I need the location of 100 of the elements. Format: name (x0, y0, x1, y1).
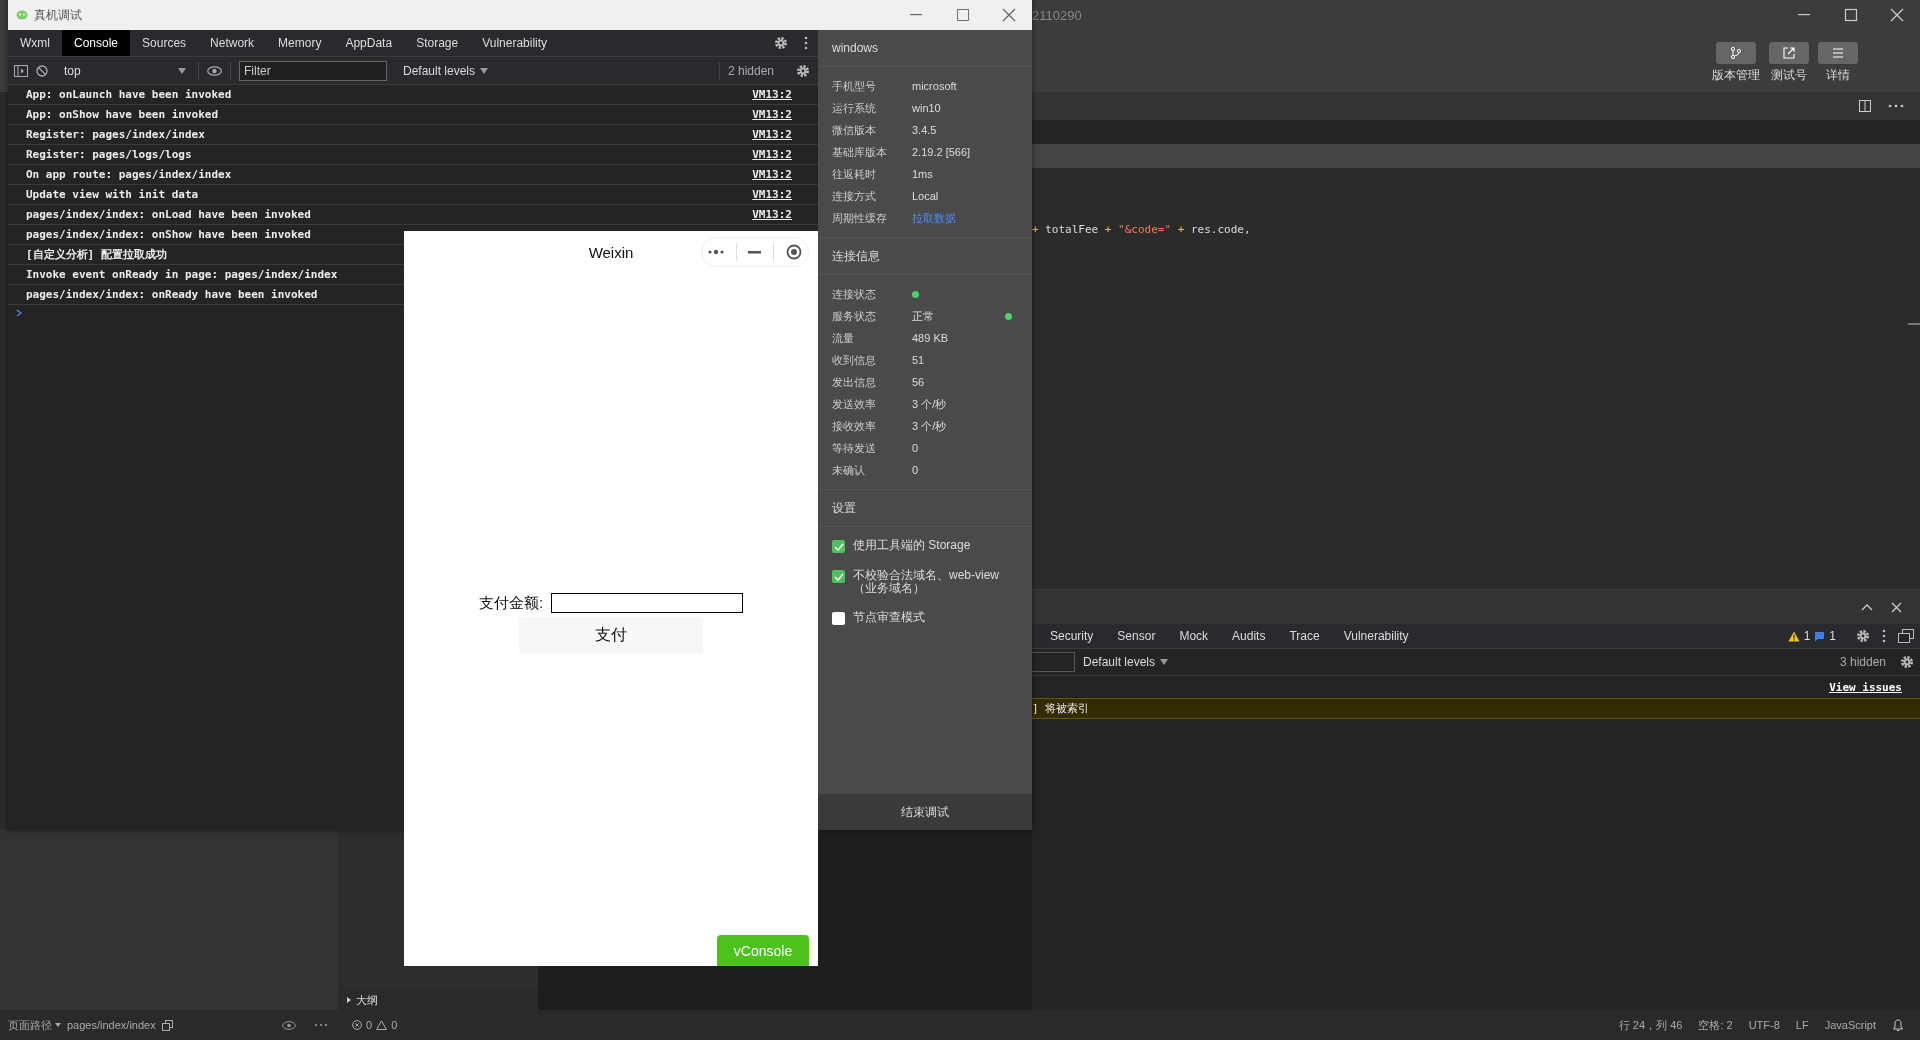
devtools-tab[interactable]: Sensor (1105, 624, 1168, 648)
cursor-position[interactable]: 行 24，列 46 (1618, 1017, 1683, 1033)
outline-title[interactable]: 大纲 (356, 992, 378, 1008)
devtools-tab[interactable]: Vulnerability (1331, 624, 1421, 648)
toolbar-label: 详情 (1826, 67, 1850, 84)
code-line: + totalFee + "&code=" + res.code, (1032, 223, 1252, 236)
warning-icon[interactable] (1787, 630, 1800, 642)
source-link[interactable]: VM13:2 (752, 128, 792, 141)
checkbox[interactable] (832, 540, 845, 553)
caret-icon (178, 67, 186, 74)
branch-button[interactable] (1716, 42, 1756, 64)
devtools-tab[interactable]: Vulnerability (470, 30, 560, 56)
source-link[interactable]: VM13:2 (752, 168, 792, 181)
scrollbar-thumb[interactable] (1908, 323, 1920, 325)
caret-icon (1160, 659, 1169, 665)
section-title: 连接信息 (832, 247, 880, 265)
devtools-tab[interactable]: AppData (333, 30, 405, 56)
indent-setting[interactable]: 空格: 2 (1698, 1017, 1733, 1033)
window-title: 真机调试 (34, 6, 83, 24)
external-link-button[interactable] (1769, 42, 1809, 64)
console-message: pages/index/index: onShow have been invoked (26, 228, 311, 241)
language-mode[interactable]: JavaScript (1824, 1019, 1876, 1031)
eye-icon[interactable] (207, 65, 222, 76)
info-value: microsoft (912, 80, 958, 92)
checkmark-icon (833, 572, 844, 581)
maximize-icon (1844, 8, 1858, 22)
context-dropdown[interactable]: top (56, 60, 190, 81)
collapse-icon[interactable] (1861, 603, 1873, 611)
setting-label: 不校验合法域名、web-view（业务域名） (853, 569, 1000, 595)
toolbar-label: 版本管理 (1712, 67, 1760, 84)
toolbar-label: 测试号 (1771, 67, 1807, 84)
setting-label: 使用工具端的 Storage (853, 539, 971, 552)
info-value: 2.19.2 [566] (912, 146, 972, 158)
devtools-tab[interactable]: Sources (130, 30, 199, 56)
split-editor-icon[interactable] (1858, 99, 1872, 113)
line-ending[interactable]: LF (1795, 1019, 1809, 1031)
filter-field[interactable] (1032, 652, 1075, 672)
pay-button[interactable]: 支付 (519, 617, 703, 654)
info-value: 0 (912, 442, 920, 454)
gear-icon (774, 36, 788, 50)
sidebar-toggle-icon[interactable] (14, 64, 28, 77)
warning-icon[interactable] (376, 1020, 388, 1030)
console-message: On app route: pages/index/index (26, 168, 232, 181)
kebab-icon (804, 36, 808, 50)
info-value: Local (912, 190, 940, 202)
source-link[interactable]: VM13:2 (752, 148, 792, 161)
amount-field[interactable] (551, 593, 744, 613)
close-icon (1002, 8, 1016, 22)
eye-icon[interactable] (282, 1020, 296, 1030)
window-title: 2110290 (1032, 7, 1083, 23)
info-value: 3.4.5 (912, 124, 938, 136)
setting-label: 节点审查模式 (853, 611, 925, 624)
end-debug-button[interactable]: 结束调试 (818, 794, 1032, 830)
close-icon[interactable] (1891, 601, 1902, 613)
devtools-tab[interactable]: Storage (404, 30, 471, 56)
checkbox[interactable] (832, 570, 845, 583)
source-link[interactable]: VM13:2 (752, 208, 792, 221)
devtools-tab[interactable]: Console (62, 30, 131, 56)
devtools-tab[interactable]: Trace (1277, 624, 1332, 648)
devtools-tab[interactable]: Audits (1220, 624, 1278, 648)
levels-dropdown[interactable]: Default levels (1075, 654, 1175, 670)
devtools-tab[interactable]: Mock (1167, 624, 1221, 648)
minimize-icon[interactable] (748, 250, 762, 254)
more-icon[interactable] (314, 1023, 328, 1027)
prompt-icon[interactable] (16, 309, 22, 317)
section-title: 设置 (832, 499, 856, 517)
error-icon[interactable] (352, 1020, 362, 1030)
minimize-icon (1798, 14, 1812, 16)
kebab-icon (1882, 629, 1886, 643)
bell-icon[interactable] (1892, 1018, 1904, 1032)
page-path-dropdown[interactable]: 页面路径 (8, 1017, 61, 1033)
info-value: 3 个/秒 (912, 396, 948, 412)
maximize-icon (956, 8, 970, 22)
source-link[interactable]: VM13:2 (752, 188, 792, 201)
console-message: Update view with init data (26, 188, 199, 201)
info-value: 0 (912, 464, 920, 476)
message-icon[interactable] (1814, 630, 1826, 642)
filter-field[interactable]: Filter (239, 60, 387, 81)
source-link[interactable]: VM13:2 (752, 88, 792, 101)
info-label: 运行系统 (832, 100, 877, 116)
message-count: 1 (1829, 629, 1836, 643)
devtools-tab[interactable]: Memory (266, 30, 334, 56)
devtools-tab[interactable]: Wxml (8, 30, 62, 56)
encoding[interactable]: UTF-8 (1748, 1019, 1780, 1031)
more-icon[interactable] (707, 249, 724, 255)
info-label: 手机型号 (832, 78, 877, 94)
caret-icon (480, 67, 489, 74)
levels-dropdown[interactable]: Default levels (395, 62, 495, 79)
clear-icon[interactable] (36, 64, 48, 77)
checkbox[interactable] (832, 612, 845, 625)
info-value: win10 (912, 102, 942, 114)
view-issues-link[interactable]: View issues (1829, 680, 1902, 694)
more-icon[interactable] (1888, 104, 1904, 108)
expand-arrow-icon[interactable] (346, 996, 352, 1004)
devtools-tab[interactable]: Security (1038, 624, 1106, 648)
source-link[interactable]: VM13:2 (752, 108, 792, 121)
menu-icon (1831, 46, 1845, 60)
copy-icon[interactable] (161, 1019, 173, 1031)
close-target-icon[interactable] (786, 244, 803, 260)
devtools-tab[interactable]: Network (198, 30, 267, 56)
